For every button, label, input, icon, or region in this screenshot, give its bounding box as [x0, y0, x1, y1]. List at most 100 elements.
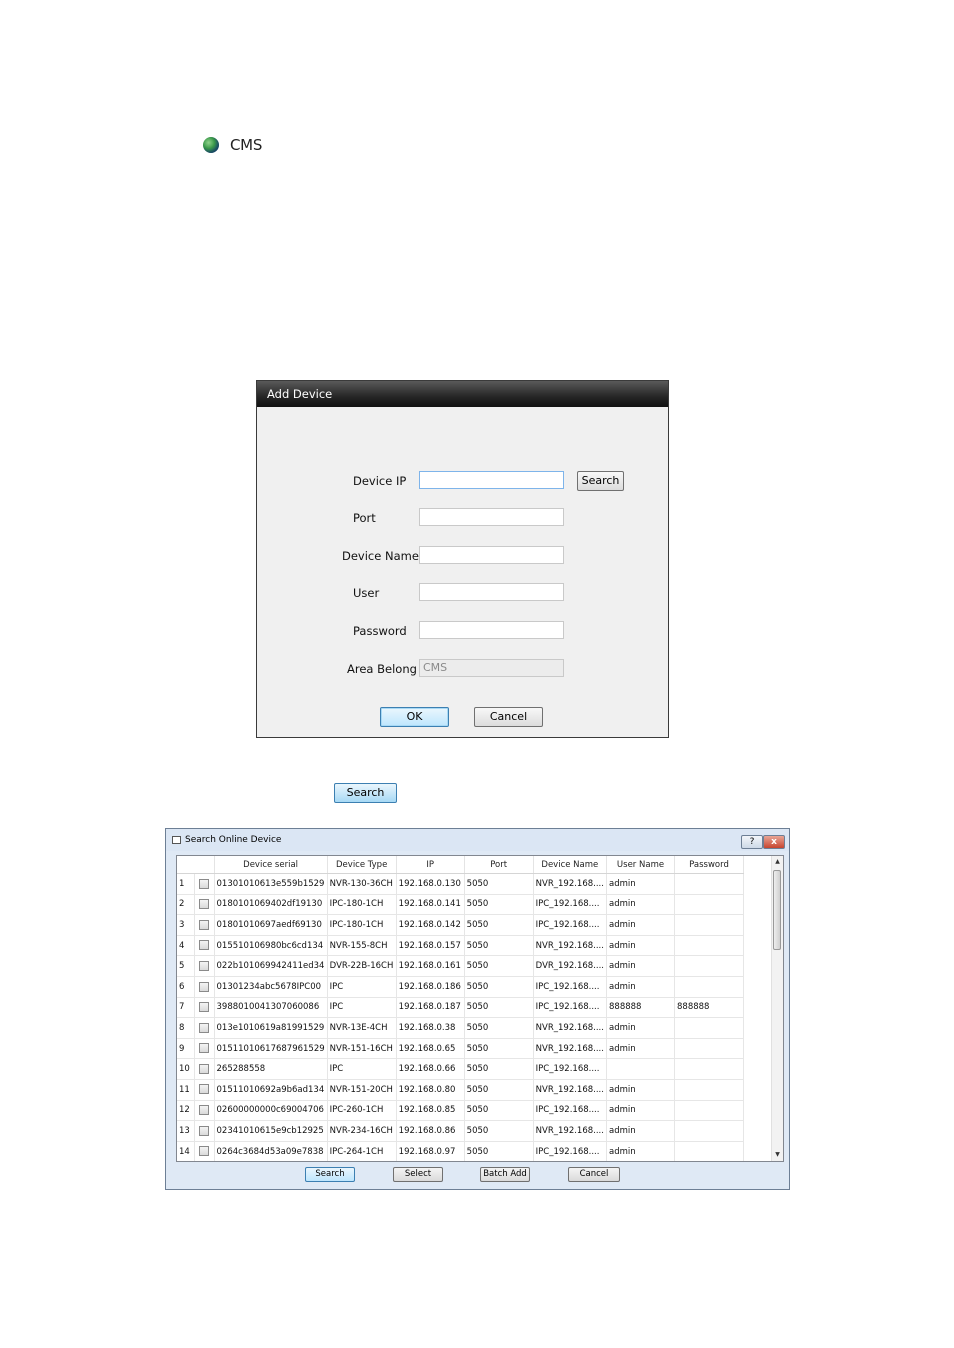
password-cell	[674, 1038, 744, 1060]
user-name-cell: admin	[606, 1100, 675, 1122]
user-input[interactable]	[419, 583, 564, 601]
row-checkbox[interactable]	[199, 1125, 209, 1136]
port-input[interactable]	[419, 508, 564, 526]
table-row[interactable]: 3 01801010697aedf69130 IPC-180-1CH 192.168.…	[177, 914, 744, 936]
column-header[interactable]: Device serial	[214, 856, 328, 874]
table-row[interactable]: 4 015510106980bc6cd134 NVR-155-8CH 192.168.…	[177, 935, 744, 957]
column-header[interactable]: Device Type	[327, 856, 397, 874]
scroll-up-icon[interactable]: ▲	[773, 857, 782, 867]
ip-cell: 192.168.0.141	[396, 894, 465, 916]
close-button[interactable]: x	[763, 835, 785, 849]
cms-label: CMS	[230, 136, 263, 154]
device-name-input[interactable]	[419, 546, 564, 564]
table-row[interactable]: 8 013e1010619a81991529 NVR-13E-4CH 192.168.…	[177, 1017, 744, 1039]
table-row[interactable]: 14 0264c3684d53a09e7838 IPC-264-1CH 192.168…	[177, 1141, 744, 1161]
table-row[interactable]: 5 022b101069942411ed34 DVR-22B-16CH 192.168…	[177, 955, 744, 977]
row-checkbox[interactable]	[199, 1146, 209, 1157]
table-row[interactable]: 10 265288558 IPC 192.168.0.66 5050 IPC_192.16…	[177, 1058, 744, 1080]
port-cell: 5050	[464, 1058, 534, 1080]
cms-tree-item[interactable]: CMS	[203, 135, 262, 155]
row-number: 1	[177, 873, 195, 895]
device-serial-cell: 02341010615e9cb12925	[214, 1120, 328, 1142]
table-row[interactable]: 13 02341010615e9cb12925 NVR-234-16CH 192.16…	[177, 1120, 744, 1142]
row-checkbox[interactable]	[199, 1043, 209, 1054]
port-cell: 5050	[464, 1079, 534, 1101]
window-app-icon	[172, 836, 181, 844]
ip-cell: 192.168.0.65	[396, 1038, 465, 1060]
user-name-cell: admin	[606, 976, 675, 998]
device-serial-cell: 01801010697aedf69130	[214, 914, 328, 936]
table-row[interactable]: 12 02600000000c69004706 IPC-260-1CH 192.168…	[177, 1100, 744, 1122]
row-checkbox[interactable]	[199, 919, 209, 930]
scroll-down-icon[interactable]: ▼	[773, 1150, 782, 1160]
password-cell: 888888	[674, 997, 744, 1019]
ip-cell: 192.168.0.85	[396, 1100, 465, 1122]
row-number: 2	[177, 894, 195, 916]
column-header[interactable]: Password	[674, 856, 744, 874]
device-type-cell: IPC	[327, 976, 397, 998]
area-belong-field: CMS	[419, 659, 564, 677]
table-row[interactable]: 9 01511010617687961529 NVR-151-16CH 192.168…	[177, 1038, 744, 1060]
row-checkbox[interactable]	[199, 1022, 209, 1033]
column-header[interactable]: User Name	[606, 856, 675, 874]
row-checkbox[interactable]	[199, 960, 209, 971]
device-name-cell: NVR_192.168....	[533, 935, 608, 957]
device-type-cell: NVR-13E-4CH	[327, 1017, 397, 1039]
user-name-cell: admin	[606, 914, 675, 936]
search-button-illustration[interactable]: Search	[334, 783, 397, 803]
row-number: 8	[177, 1017, 195, 1039]
ip-cell: 192.168.0.38	[396, 1017, 465, 1039]
port-cell: 5050	[464, 1038, 534, 1060]
globe-icon	[203, 137, 219, 153]
port-cell: 5050	[464, 935, 534, 957]
row-checkbox[interactable]	[199, 1084, 209, 1095]
cancel-button[interactable]: Cancel	[568, 1167, 620, 1182]
device-serial-cell: 265288558	[214, 1058, 328, 1080]
ip-cell: 192.168.0.186	[396, 976, 465, 998]
ip-cell: 192.168.0.161	[396, 955, 465, 977]
vertical-scrollbar[interactable]: ▲ ▼	[771, 856, 783, 1161]
ip-cell: 192.168.0.66	[396, 1058, 465, 1080]
password-cell	[674, 1058, 744, 1080]
device-serial-cell: 3988010041307060086	[214, 997, 328, 1019]
row-checkbox[interactable]	[199, 1105, 209, 1116]
device-type-cell: NVR-151-20CH	[327, 1079, 397, 1101]
row-checkbox[interactable]	[199, 899, 209, 910]
table-row[interactable]: 6 01301234abc5678IPC00 IPC 192.168.0.186 505…	[177, 976, 744, 998]
password-input[interactable]	[419, 621, 564, 639]
row-checkbox[interactable]	[199, 878, 209, 889]
select-button[interactable]: Select	[393, 1167, 443, 1182]
row-checkbox[interactable]	[199, 1002, 209, 1013]
column-header[interactable]: IP	[396, 856, 465, 874]
search-button[interactable]: Search	[577, 471, 624, 491]
row-number: 9	[177, 1038, 195, 1060]
port-cell: 5050	[464, 914, 534, 936]
table-row[interactable]: 2 0180101069402df19130 IPC-180-1CH 192.168.…	[177, 894, 744, 916]
device-ip-input[interactable]	[419, 471, 564, 489]
device-serial-cell: 02600000000c69004706	[214, 1100, 328, 1122]
device-table: Device serial Device Type IP Port Device…	[177, 856, 744, 1161]
user-name-cell	[606, 1058, 675, 1080]
row-number: 5	[177, 955, 195, 977]
device-type-cell: IPC-260-1CH	[327, 1100, 397, 1122]
scroll-thumb[interactable]	[773, 870, 781, 950]
table-row[interactable]: 11 01511010692a9b6ad134 NVR-151-20CH 192.16…	[177, 1079, 744, 1101]
device-type-cell: NVR-130-36CH	[327, 873, 397, 895]
device-type-cell: IPC-180-1CH	[327, 894, 397, 916]
row-checkbox[interactable]	[199, 981, 209, 992]
column-header[interactable]: Port	[464, 856, 534, 874]
search-button[interactable]: Search	[305, 1167, 355, 1182]
port-cell: 5050	[464, 997, 534, 1019]
ok-button[interactable]: OK	[380, 707, 449, 727]
help-button[interactable]: ?	[741, 835, 763, 849]
row-checkbox[interactable]	[199, 1063, 209, 1074]
batch-add-button[interactable]: Batch Add	[480, 1167, 530, 1182]
row-checkbox[interactable]	[199, 940, 209, 951]
table-row[interactable]: 7 3988010041307060086 IPC 192.168.0.187 5050…	[177, 997, 744, 1019]
device-type-cell: DVR-22B-16CH	[327, 955, 397, 977]
cancel-button[interactable]: Cancel	[474, 707, 543, 727]
device-serial-cell: 0180101069402df19130	[214, 894, 328, 916]
column-header[interactable]: Device Name	[533, 856, 608, 874]
port-cell: 5050	[464, 873, 534, 895]
table-row[interactable]: 1 01301010613e559b1529 NVR-130-36CH 192.168…	[177, 873, 744, 895]
